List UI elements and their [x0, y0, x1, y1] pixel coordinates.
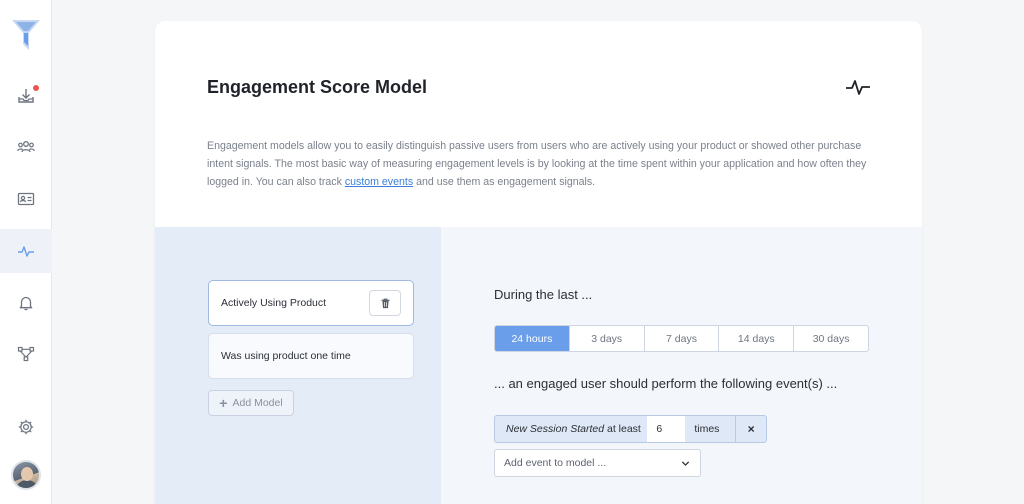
during-label: During the last ...	[494, 287, 593, 302]
description: Engagement models allow you to easily di…	[207, 140, 867, 188]
activity-icon	[18, 246, 34, 257]
trash-icon	[380, 298, 390, 308]
contact-card-icon	[17, 192, 35, 206]
sidebar-item-engagement[interactable]	[0, 229, 52, 273]
event-unit: times	[694, 423, 720, 435]
model-editor: During the last ... 24 hours 3 days 7 da…	[441, 227, 922, 504]
chevron-down-icon	[681, 461, 690, 466]
engagement-card: Engagement Score Model Engagement models…	[155, 21, 922, 504]
funnel-logo-icon[interactable]	[10, 18, 42, 52]
bell-icon	[19, 296, 33, 311]
model-item[interactable]: Actively Using Product	[208, 280, 414, 326]
add-event-select[interactable]: Add event to model ...	[494, 449, 701, 477]
download-icon	[18, 89, 34, 103]
sidebar-item-settings[interactable]	[0, 405, 52, 449]
avatar[interactable]	[11, 460, 41, 490]
sidebar-item-contacts[interactable]	[0, 177, 52, 221]
sidebar-item-users[interactable]	[0, 125, 52, 169]
model-item[interactable]: Was using product one time	[208, 333, 414, 379]
period-30-days[interactable]: 30 days	[794, 326, 868, 351]
event-condition: New Session Started at least times ×	[494, 415, 767, 443]
remove-event-button[interactable]: ×	[735, 416, 766, 442]
model-item-label: Was using product one time	[221, 350, 351, 362]
period-3-days[interactable]: 3 days	[570, 326, 645, 351]
sidebar-item-flows[interactable]	[0, 332, 52, 376]
users-icon	[17, 141, 35, 153]
delete-model-button[interactable]	[369, 290, 401, 316]
sidebar	[0, 0, 52, 504]
page-title: Engagement Score Model	[207, 77, 428, 97]
event-name: New Session Started	[506, 423, 605, 435]
plus-icon: +	[219, 395, 228, 411]
period-14-days[interactable]: 14 days	[719, 326, 795, 351]
sidebar-item-notifications[interactable]	[0, 281, 52, 325]
add-model-button[interactable]: + Add Model	[208, 390, 294, 416]
event-condition-label: New Session Started at least	[495, 423, 647, 435]
custom-events-link[interactable]: custom events	[345, 176, 413, 188]
sidebar-item-downloads[interactable]	[0, 74, 52, 118]
model-item-label: Actively Using Product	[221, 297, 327, 309]
event-qualifier: at least	[606, 423, 641, 435]
period-24-hours[interactable]: 24 hours	[495, 326, 570, 351]
gear-icon	[18, 419, 34, 435]
period-7-days[interactable]: 7 days	[645, 326, 720, 351]
pulse-icon	[846, 80, 870, 95]
engaged-label: ... an engaged user should perform the f…	[494, 376, 838, 391]
flow-icon	[17, 346, 35, 362]
period-selector: 24 hours 3 days 7 days 14 days 30 days	[494, 325, 869, 352]
event-count-input[interactable]	[647, 416, 686, 442]
models-panel: Actively Using Product Was using product…	[155, 227, 441, 504]
add-event-placeholder: Add event to model ...	[504, 457, 607, 469]
notification-dot	[33, 85, 39, 91]
